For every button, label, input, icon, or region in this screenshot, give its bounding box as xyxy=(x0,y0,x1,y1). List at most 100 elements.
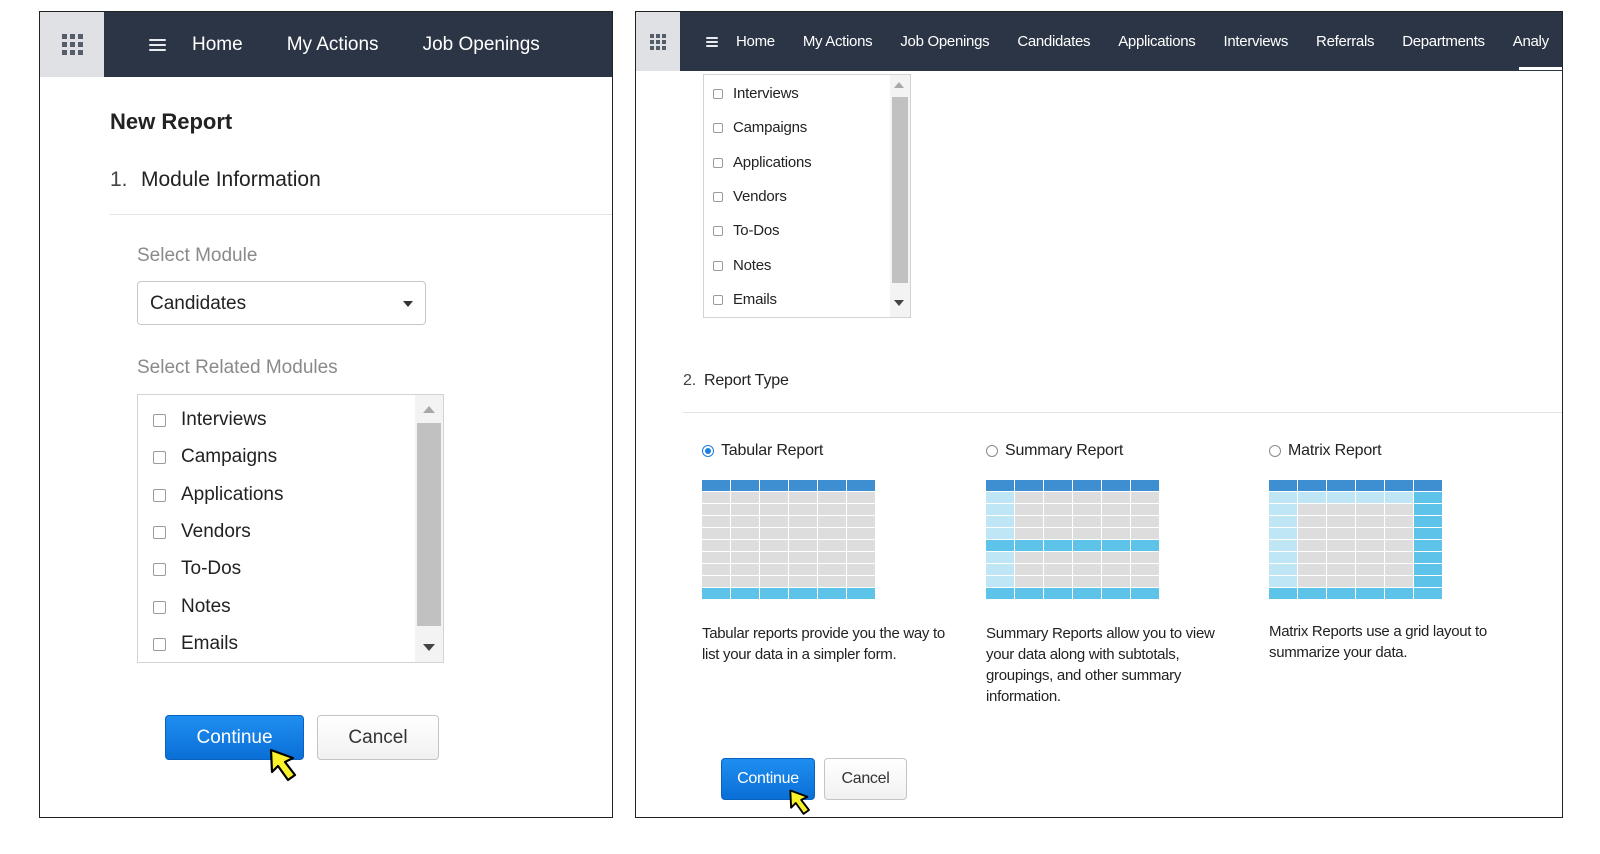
nav-job-openings[interactable]: Job Openings xyxy=(900,33,989,50)
thumbnail-cell xyxy=(1327,588,1355,599)
new-report-panel-step2: Home My Actions Job Openings Candidates … xyxy=(635,11,1563,818)
thumbnail-cell xyxy=(760,576,788,587)
app-launcher-button[interactable] xyxy=(40,12,104,77)
thumbnail-cell xyxy=(818,540,846,551)
checkbox[interactable] xyxy=(153,600,166,614)
nav-referrals[interactable]: Referrals xyxy=(1316,33,1374,50)
pointer-cursor-icon xyxy=(269,748,297,782)
nav-analytics[interactable]: Analy xyxy=(1513,33,1549,50)
hamburger-icon[interactable] xyxy=(149,38,166,51)
nav-candidates[interactable]: Candidates xyxy=(1017,33,1090,50)
thumbnail-cell xyxy=(1102,516,1130,527)
scroll-down-arrow-icon[interactable] xyxy=(423,644,435,651)
thumbnail-cell xyxy=(986,552,1014,563)
scroll-up-arrow-icon[interactable] xyxy=(423,406,435,413)
thumbnail-cell xyxy=(1044,564,1072,575)
list-item[interactable]: Campaigns xyxy=(153,446,277,468)
nav-applications[interactable]: Applications xyxy=(1118,33,1196,50)
list-item-label: Vendors xyxy=(733,188,787,205)
thumbnail-cell xyxy=(731,504,759,515)
pointer-cursor-icon xyxy=(789,789,810,815)
checkbox[interactable] xyxy=(153,413,166,427)
nav-home[interactable]: Home xyxy=(192,34,243,56)
checkbox[interactable] xyxy=(713,157,723,168)
thumbnail-cell xyxy=(1269,540,1297,551)
section-number: 2. xyxy=(683,372,696,389)
list-item[interactable]: Emails xyxy=(153,633,238,655)
list-item[interactable]: Vendors xyxy=(153,521,251,543)
list-item[interactable]: Notes xyxy=(153,596,231,618)
nav-interviews[interactable]: Interviews xyxy=(1224,33,1289,50)
checkbox[interactable] xyxy=(713,88,723,99)
matrix-report-option[interactable]: Matrix Report xyxy=(1269,442,1382,460)
module-select-value: Candidates xyxy=(150,293,247,314)
checkbox[interactable] xyxy=(713,122,723,133)
thumbnail-cell xyxy=(1015,540,1043,551)
checkbox[interactable] xyxy=(153,450,166,464)
hamburger-icon[interactable] xyxy=(706,36,718,47)
thumbnail-cell xyxy=(731,588,759,599)
scrollbar[interactable] xyxy=(890,75,910,317)
radio-button[interactable] xyxy=(986,445,998,457)
radio-button[interactable] xyxy=(702,445,714,457)
thumbnail-cell xyxy=(847,540,875,551)
scrollbar-thumb[interactable] xyxy=(892,97,908,283)
top-nav-bar: Home My Actions Job Openings xyxy=(40,12,612,77)
scrollbar[interactable] xyxy=(415,395,443,662)
nav-home[interactable]: Home xyxy=(736,33,775,50)
list-item[interactable]: Interviews xyxy=(153,409,267,431)
list-item[interactable]: To-Dos xyxy=(153,558,241,580)
list-item[interactable]: Applications xyxy=(153,484,283,506)
scroll-up-arrow-icon[interactable] xyxy=(894,82,904,88)
cancel-button[interactable]: Cancel xyxy=(317,715,439,760)
thumbnail-cell xyxy=(1131,552,1159,563)
list-item[interactable]: Vendors xyxy=(713,188,787,205)
thumbnail-cell xyxy=(702,576,730,587)
scroll-down-arrow-icon[interactable] xyxy=(894,300,904,306)
thumbnail-cell xyxy=(1073,480,1101,491)
related-modules-list[interactable]: Interviews Campaigns Applications Vendor… xyxy=(703,74,911,318)
thumbnail-cell xyxy=(1015,504,1043,515)
checkbox[interactable] xyxy=(713,294,723,305)
checkbox[interactable] xyxy=(713,191,723,202)
nav-job-openings[interactable]: Job Openings xyxy=(423,34,540,56)
checkbox[interactable] xyxy=(153,637,166,651)
list-item[interactable]: Emails xyxy=(713,291,777,308)
app-launcher-button[interactable] xyxy=(636,12,680,71)
section-title: Report Type xyxy=(704,372,789,389)
section-module-information: 1. Module Information xyxy=(110,168,321,192)
list-item[interactable]: To-Dos xyxy=(713,222,780,239)
thumbnail-cell xyxy=(760,588,788,599)
list-item[interactable]: Campaigns xyxy=(713,119,807,136)
nav-my-actions[interactable]: My Actions xyxy=(803,33,873,50)
list-item[interactable]: Interviews xyxy=(713,85,799,102)
thumbnail-cell xyxy=(1269,492,1297,503)
list-item[interactable]: Applications xyxy=(713,154,812,171)
thumbnail-cell xyxy=(1356,516,1384,527)
thumbnail-cell xyxy=(1356,576,1384,587)
cancel-button[interactable]: Cancel xyxy=(824,758,907,800)
checkbox[interactable] xyxy=(153,525,166,539)
thumbnail-cell xyxy=(702,516,730,527)
thumbnail-cell xyxy=(847,564,875,575)
checkbox[interactable] xyxy=(153,488,166,502)
list-item-label: Campaigns xyxy=(733,119,808,136)
checkbox[interactable] xyxy=(713,260,723,271)
thumbnail-cell xyxy=(1356,504,1384,515)
radio-button[interactable] xyxy=(1269,445,1281,457)
thumbnail-cell xyxy=(1414,492,1442,503)
checkbox[interactable] xyxy=(713,225,723,236)
thumbnail-cell xyxy=(1044,588,1072,599)
summary-report-option[interactable]: Summary Report xyxy=(986,442,1123,460)
dropdown-caret-icon xyxy=(403,301,413,307)
nav-my-actions[interactable]: My Actions xyxy=(287,34,379,56)
related-modules-list[interactable]: Interviews Campaigns Applications Vendor… xyxy=(137,394,444,663)
module-select[interactable]: Candidates xyxy=(137,281,426,325)
select-related-modules-label: Select Related Modules xyxy=(137,357,338,378)
checkbox[interactable] xyxy=(153,562,166,576)
tabular-report-option[interactable]: Tabular Report xyxy=(702,442,823,460)
summary-report-thumbnail xyxy=(986,480,1159,599)
nav-departments[interactable]: Departments xyxy=(1402,33,1485,50)
list-item[interactable]: Notes xyxy=(713,257,771,274)
scrollbar-thumb[interactable] xyxy=(417,423,441,626)
